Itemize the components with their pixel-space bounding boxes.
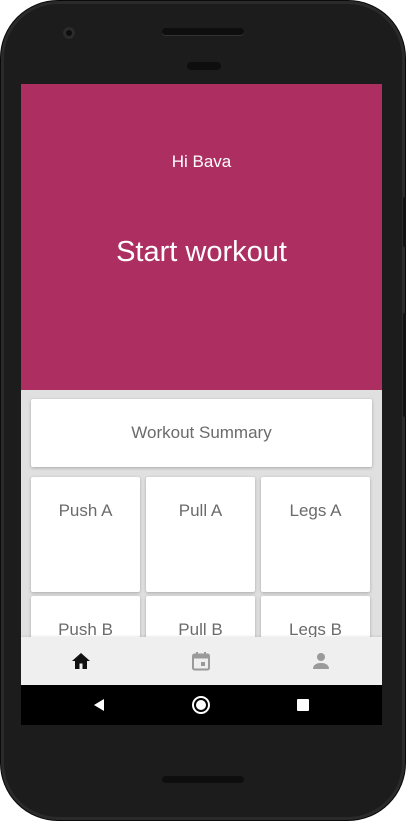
home-circle-icon	[192, 696, 210, 714]
workout-card-label: Legs A	[289, 501, 342, 520]
home-icon	[72, 653, 90, 669]
system-recents-button[interactable]	[283, 685, 323, 725]
start-workout-button[interactable]: Start workout	[21, 236, 382, 269]
front-camera	[63, 27, 75, 39]
workout-card-legs-a[interactable]: Legs A	[261, 477, 370, 592]
proximity-sensor	[187, 62, 221, 70]
nav-tab-profile[interactable]	[261, 637, 381, 685]
bottom-navigation	[21, 637, 382, 685]
system-back-button[interactable]	[79, 685, 119, 725]
earpiece-speaker	[162, 28, 244, 35]
calendar-icon	[192, 652, 210, 671]
nav-tab-home[interactable]	[21, 637, 141, 685]
system-navigation-bar	[21, 685, 382, 725]
person-icon	[313, 653, 329, 669]
nav-tab-calendar[interactable]	[141, 637, 261, 685]
greeting-text: Hi Bava	[171, 152, 232, 171]
app-screen: Hi Bava Start workout Workout Summary Pu…	[21, 84, 382, 685]
workout-card-label: Pull A	[178, 501, 223, 520]
bottom-speaker	[162, 776, 244, 783]
back-triangle-icon	[94, 699, 104, 711]
workout-summary-card[interactable]: Workout Summary	[31, 399, 372, 467]
hero-header: Hi Bava Start workout	[21, 84, 382, 390]
workout-card-push-a[interactable]: Push A	[31, 477, 140, 592]
recents-square-icon	[297, 699, 309, 711]
system-home-button[interactable]	[181, 685, 221, 725]
workout-card-label: Push A	[58, 501, 113, 520]
workout-card-pull-a[interactable]: Pull A	[146, 477, 255, 592]
